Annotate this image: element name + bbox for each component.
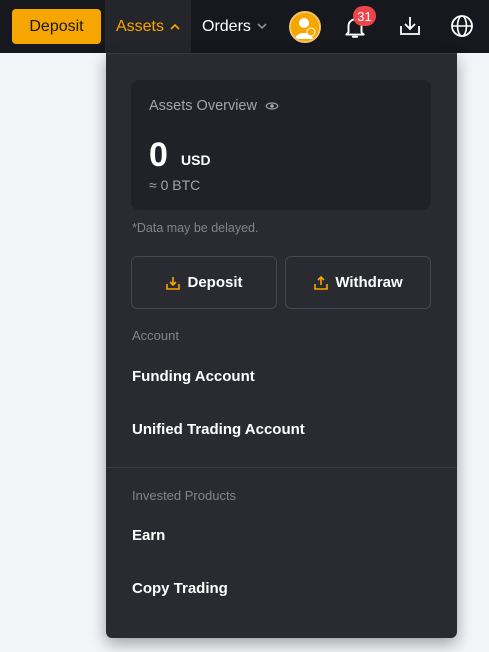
chevron-up-icon (170, 23, 180, 30)
account-section-label: Account (132, 328, 179, 343)
user-avatar-icon (291, 13, 319, 41)
assets-dropdown: Assets Overview 0 USD ≈ 0 BTC *Data may … (106, 53, 457, 638)
data-delayed-note: *Data may be delayed. (132, 221, 259, 235)
deposit-icon (166, 276, 181, 290)
chevron-down-icon (257, 23, 267, 30)
menu-item-unified-trading-account[interactable]: Unified Trading Account (132, 421, 432, 438)
top-nav-bar: Deposit Assets Orders 31 (0, 0, 489, 53)
overview-title: Assets Overview (149, 98, 279, 114)
download-icon[interactable] (398, 14, 422, 38)
section-divider (106, 467, 457, 468)
globe-icon[interactable] (450, 14, 474, 38)
deposit-label: Deposit (187, 274, 243, 291)
menu-item-earn[interactable]: Earn (132, 527, 432, 544)
nav-orders-menu[interactable]: Orders (202, 0, 267, 53)
invested-products-section-label: Invested Products (132, 488, 237, 503)
eye-icon[interactable] (265, 101, 279, 111)
menu-item-funding-account[interactable]: Funding Account (132, 368, 432, 385)
deposit-button[interactable]: Deposit (12, 9, 101, 44)
withdraw-label: Withdraw (335, 274, 403, 291)
dropdown-deposit-button[interactable]: Deposit (131, 256, 277, 309)
asset-amount: 0 (149, 136, 168, 174)
withdraw-icon (314, 275, 329, 290)
asset-currency: USD (181, 152, 211, 168)
btc-equivalent: ≈ 0 BTC (149, 177, 201, 193)
nav-assets-menu[interactable]: Assets (105, 0, 191, 53)
user-avatar[interactable] (289, 11, 321, 43)
notification-badge: 31 (353, 6, 376, 26)
nav-orders-label: Orders (202, 17, 251, 35)
assets-overview-card: Assets Overview 0 USD ≈ 0 BTC (131, 80, 431, 210)
nav-assets-label: Assets (115, 17, 164, 35)
dropdown-withdraw-button[interactable]: Withdraw (285, 256, 431, 309)
menu-item-copy-trading[interactable]: Copy Trading (132, 580, 432, 597)
